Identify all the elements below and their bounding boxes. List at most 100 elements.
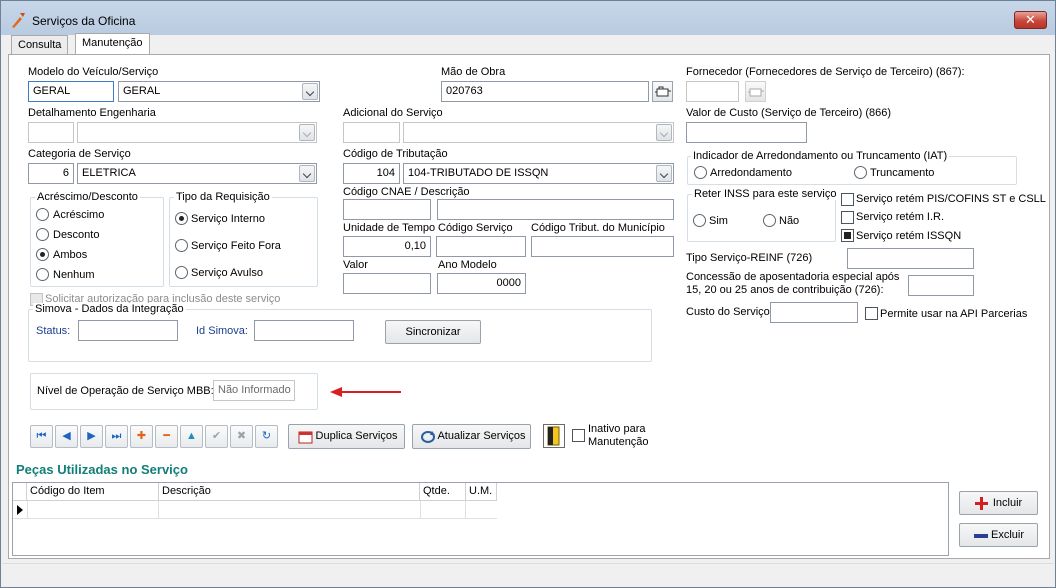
nivel-input: Não Informado [213,380,295,401]
main-window: Serviços da Oficina ✕ Consulta Manutençã… [0,0,1056,588]
chevron-down-icon[interactable] [302,83,318,100]
detalhamento-code-input [28,122,74,143]
codigo-trib-municipio-input[interactable] [531,236,674,257]
custo-servico-label: Custo do Serviço [686,306,770,318]
confirm-button[interactable]: ✔ [205,425,228,448]
add-record-button[interactable]: ✚ [130,425,153,448]
sincronizar-button[interactable]: Sincronizar [385,320,481,344]
radio-desconto[interactable] [36,228,49,241]
radio-servico-avulso[interactable] [175,266,188,279]
modelo-select-value: GERAL [123,85,161,97]
categoria-code-input[interactable]: 6 [28,163,74,184]
grid-header-codigo[interactable]: Código do Item [27,483,159,501]
chevron-down-icon[interactable] [656,165,672,182]
tributacao-select[interactable]: 104-TRIBUTADO DE ISSQN [403,163,674,184]
modelo-select[interactable]: GERAL [118,81,320,102]
first-icon: ⏮ [36,430,47,442]
plus-icon: ✚ [136,430,147,442]
cnae-label: Código CNAE / Descrição [343,186,470,198]
last-record-button[interactable]: ⏭ [105,425,128,448]
grid-header-qtde[interactable]: Qtde. [420,483,466,501]
modelo-code-input[interactable]: GERAL [28,81,114,102]
retem-ir-checkbox[interactable] [841,211,854,224]
edit-record-button[interactable]: ▲ [180,425,203,448]
grid-header-descricao[interactable]: Descrição [159,483,420,501]
valor-custo-label: Valor de Custo (Serviço de Terceiro) (86… [686,107,892,119]
radio-servico-interno-label: Serviço Interno [191,213,265,225]
retem-pis-label: Serviço retém PIS/COFINS ST e CSLL [856,193,1046,205]
refresh-icon: ↻ [261,430,272,442]
table-row[interactable] [13,501,497,519]
tributacao-code-input[interactable]: 104 [343,163,400,184]
radio-inss-sim[interactable] [693,214,706,227]
id-simova-input[interactable] [254,320,354,341]
simova-group-title: Simova - Dados da Integração [33,303,186,315]
exit-door-button[interactable] [543,424,565,448]
codigo-servico-input[interactable] [436,236,526,257]
grid-corner [13,483,27,501]
cnae-descricao-input[interactable] [437,199,674,220]
first-record-button[interactable]: ⏮ [30,425,53,448]
id-simova-label: Id Simova: [196,325,248,337]
mao-obra-lookup-button[interactable] [652,81,673,102]
mao-obra-input[interactable]: 020763 [441,81,649,102]
radio-servico-feito-fora[interactable] [175,239,188,252]
radio-servico-feito-fora-label: Serviço Feito Fora [191,240,281,252]
tipo-reinf-input[interactable] [847,248,974,269]
up-icon: ▲ [186,430,197,442]
ano-modelo-input[interactable]: 0000 [437,273,526,294]
custo-servico-input[interactable] [770,302,858,323]
valor-input[interactable] [343,273,431,294]
radio-nenhum[interactable] [36,268,49,281]
unidade-tempo-input[interactable]: 0,10 [343,236,431,257]
iat-group-title: Indicador de Arredondamento ou Truncamen… [691,150,950,162]
plus-icon [975,497,988,510]
grid-cell[interactable] [420,501,466,519]
radio-truncamento[interactable] [854,166,867,179]
retem-issqn-checkbox[interactable] [841,229,854,242]
radio-ambos-label: Ambos [53,249,88,261]
delete-record-button[interactable]: ━ [155,425,178,448]
retem-pis-checkbox[interactable] [841,193,854,206]
concessao-input[interactable] [908,275,974,296]
radio-acrescimo[interactable] [36,208,49,221]
tipo-reinf-label: Tipo Serviço-REINF (726) [686,252,813,264]
hand-pointer-icon [655,86,671,97]
adicional-code-input [343,122,400,143]
api-parcerias-checkbox[interactable] [865,307,878,320]
categoria-select[interactable]: ELETRICA [77,163,317,184]
excluir-button[interactable]: Excluir [959,523,1038,547]
tab-consulta[interactable]: Consulta [11,35,69,55]
radio-servico-interno[interactable] [175,212,188,225]
door-icon [547,426,560,446]
next-record-button[interactable]: ▶ [80,425,103,448]
status-input[interactable] [78,320,178,341]
close-button[interactable]: ✕ [1014,11,1047,29]
radio-ambos[interactable] [36,248,49,261]
valor-custo-input[interactable] [686,122,807,143]
title-bar: Serviços da Oficina ✕ [1,1,1055,35]
duplica-servicos-button[interactable]: Duplica Serviços [288,424,405,449]
chevron-down-icon[interactable] [299,165,315,182]
grid-header-um[interactable]: U.M. [466,483,497,501]
incluir-button[interactable]: Incluir [959,491,1038,515]
prev-record-button[interactable]: ◀ [55,425,78,448]
refresh-button[interactable]: ↻ [255,425,278,448]
inativo-manutencao-checkbox[interactable] [572,429,585,442]
atualizar-servicos-button[interactable]: Atualizar Serviços [412,424,531,449]
hand-pointer-icon [748,88,764,97]
radio-inss-sim-label: Sim [709,215,728,227]
grid-cell[interactable] [27,501,159,519]
radio-arredondamento[interactable] [694,166,707,179]
cnae-code-input[interactable] [343,199,431,220]
radio-inss-nao[interactable] [763,214,776,227]
detalhamento-select [77,122,317,143]
ano-modelo-label: Ano Modelo [438,259,497,271]
wrench-app-icon [12,13,25,28]
pecas-grid[interactable]: Código do Item Descrição Qtde. U.M. [12,482,949,556]
cancel-button[interactable]: ✖ [230,425,253,448]
adicional-select [403,122,674,143]
tab-manutencao[interactable]: Manutenção [75,33,150,55]
radio-arredondamento-label: Arredondamento [710,167,792,179]
acrescimo-group-title: Acréscimo/Desconto [35,191,140,203]
